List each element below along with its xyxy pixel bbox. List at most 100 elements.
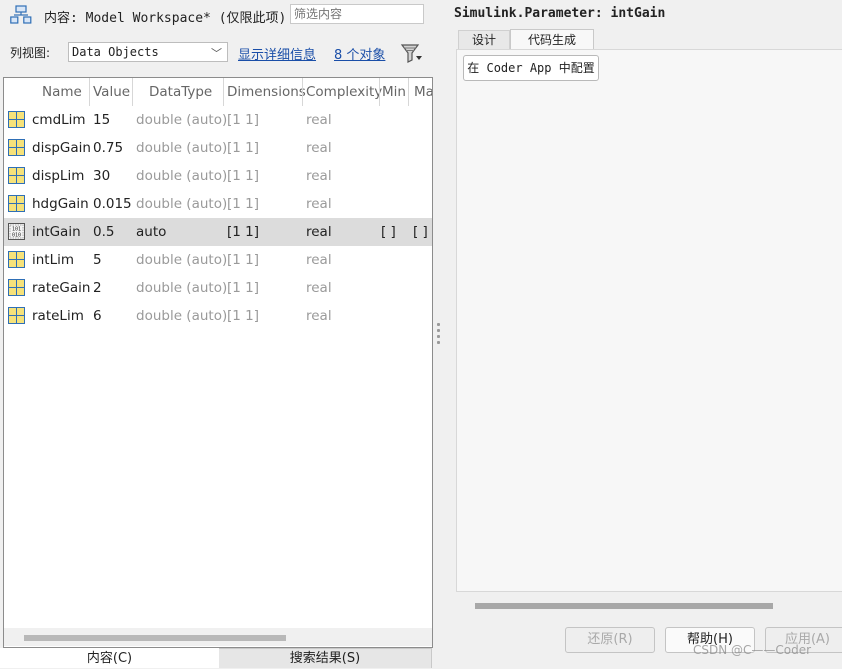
column-view-label: 列视图: bbox=[10, 46, 51, 60]
cell-complexity: real bbox=[306, 112, 332, 128]
horizontal-scrollbar-thumb[interactable] bbox=[475, 603, 773, 609]
pane-splitter[interactable] bbox=[437, 0, 453, 667]
cell-value: 15 bbox=[93, 112, 111, 128]
cell-dimensions: [1 1] bbox=[227, 252, 260, 268]
filter-funnel-icon[interactable] bbox=[400, 41, 424, 65]
cell-value: 0.75 bbox=[93, 140, 124, 156]
table-row[interactable]: rateLim 6 double (auto) [1 1] real bbox=[4, 302, 432, 330]
table-row[interactable]: intLim 5 double (auto) [1 1] real bbox=[4, 246, 432, 274]
cell-name: rateGain bbox=[32, 280, 91, 296]
cell-value: 0.5 bbox=[93, 224, 115, 240]
cell-min: [ ] bbox=[381, 224, 396, 240]
watermark-text: CSDN @C——Coder bbox=[693, 643, 812, 657]
cell-complexity: real bbox=[306, 224, 332, 240]
model-explorer-contents-pane: 内容: Model Workspace* (仅限此项) 列视图: Data Ob… bbox=[0, 0, 437, 668]
cell-datatype: double (auto) bbox=[136, 252, 228, 268]
column-divider[interactable] bbox=[379, 78, 380, 106]
table-header: Name Value DataType Dimensions Complexit… bbox=[4, 78, 432, 106]
contents-header: 内容: Model Workspace* (仅限此项) bbox=[0, 0, 437, 32]
column-view-selected-value: Data Objects bbox=[72, 45, 159, 59]
cell-value: 30 bbox=[93, 168, 111, 184]
cell-dimensions: [1 1] bbox=[227, 140, 260, 156]
cell-name: hdgGain bbox=[32, 196, 89, 212]
svg-text:010: 010 bbox=[12, 233, 21, 239]
filter-contents-input[interactable] bbox=[290, 4, 424, 24]
cell-name: cmdLim bbox=[32, 112, 86, 128]
column-header-max[interactable]: Ma bbox=[414, 78, 432, 106]
cell-complexity: real bbox=[306, 168, 332, 184]
chevron-down-icon: ﹀ bbox=[211, 47, 222, 60]
configure-in-coder-app-button[interactable]: 在 Coder App 中配置 bbox=[463, 55, 599, 81]
cell-datatype: double (auto) bbox=[136, 280, 228, 296]
table-row[interactable]: rateGain 2 double (auto) [1 1] real bbox=[4, 274, 432, 302]
table-body: cmdLim 15 double (auto) [1 1] real dispGain 0.… bbox=[4, 106, 432, 626]
column-view-select[interactable]: Data Objects ﹀ bbox=[68, 42, 228, 62]
cell-dimensions: [1 1] bbox=[227, 308, 260, 324]
cell-complexity: real bbox=[306, 308, 332, 324]
table-row[interactable]: dispLim 30 double (auto) [1 1] real bbox=[4, 162, 432, 190]
cell-value: 6 bbox=[93, 308, 102, 324]
column-header-dimensions[interactable]: Dimensions bbox=[227, 78, 306, 106]
cell-datatype: double (auto) bbox=[136, 140, 228, 156]
tab-design[interactable]: 设计 bbox=[458, 30, 510, 49]
column-divider[interactable] bbox=[302, 78, 303, 106]
cell-complexity: real bbox=[306, 252, 332, 268]
parameter-dialog-pane: Simulink.Parameter: intGain 设计 代码生成 在 Co… bbox=[453, 0, 842, 667]
column-header-min[interactable]: Min bbox=[382, 78, 406, 106]
splitter-grip-dot bbox=[437, 329, 440, 332]
cell-name: intLim bbox=[32, 252, 75, 268]
cell-value: 0.015 bbox=[93, 196, 132, 212]
cell-dimensions: [1 1] bbox=[227, 280, 260, 296]
column-header-complexity[interactable]: Complexity bbox=[306, 78, 382, 106]
cell-dimensions: [1 1] bbox=[227, 196, 260, 212]
cell-value: 2 bbox=[93, 280, 102, 296]
tab-contents[interactable]: 内容(C) bbox=[0, 648, 220, 668]
binary-param-icon: 101010 bbox=[8, 223, 25, 240]
grid-icon bbox=[8, 279, 25, 296]
table-row[interactable]: 101 010 intGain 0.5 auto [1 1] real [ ] [ ] bbox=[4, 218, 432, 246]
grid-icon bbox=[8, 139, 25, 156]
code-generation-panel bbox=[456, 49, 842, 592]
cell-max: [ ] bbox=[413, 224, 428, 240]
cell-datatype: auto bbox=[136, 224, 167, 240]
grid-icon bbox=[8, 111, 25, 128]
grid-icon bbox=[8, 195, 25, 212]
table-row[interactable]: hdgGain 0.015 double (auto) [1 1] real bbox=[4, 190, 432, 218]
column-header-name[interactable]: Name bbox=[42, 78, 82, 106]
grid-icon bbox=[8, 251, 25, 268]
cell-complexity: real bbox=[306, 196, 332, 212]
cell-name: rateLim bbox=[32, 308, 84, 324]
data-objects-table: Name Value DataType Dimensions Complexit… bbox=[3, 77, 433, 648]
object-count-link[interactable]: 8 个对象 bbox=[334, 44, 385, 63]
cell-datatype: double (auto) bbox=[136, 168, 228, 184]
splitter-grip-dot bbox=[437, 341, 440, 344]
column-header-datatype[interactable]: DataType bbox=[149, 78, 212, 106]
cell-name: dispGain bbox=[32, 140, 91, 156]
cell-datatype: double (auto) bbox=[136, 112, 228, 128]
column-divider[interactable] bbox=[89, 78, 90, 106]
tab-code-generation[interactable]: 代码生成 bbox=[510, 29, 594, 50]
cell-dimensions: [1 1] bbox=[227, 112, 260, 128]
table-row[interactable]: cmdLim 15 double (auto) [1 1] real bbox=[4, 106, 432, 134]
splitter-grip-dot bbox=[437, 323, 440, 326]
cell-complexity: real bbox=[306, 140, 332, 156]
horizontal-scrollbar-thumb[interactable] bbox=[24, 635, 286, 641]
column-divider[interactable] bbox=[132, 78, 133, 106]
cell-dimensions: [1 1] bbox=[227, 168, 260, 184]
cell-datatype: double (auto) bbox=[136, 196, 228, 212]
cell-value: 5 bbox=[93, 252, 102, 268]
parameter-title: Simulink.Parameter: intGain bbox=[454, 6, 666, 21]
column-header-value[interactable]: Value bbox=[93, 78, 130, 106]
column-view-row: 列视图: Data Objects ﹀ 显示详细信息 8 个对象 bbox=[0, 40, 437, 66]
bottom-tab-bar: 内容(C) 搜索结果(S) bbox=[0, 648, 437, 668]
column-divider[interactable] bbox=[408, 78, 409, 106]
show-details-link[interactable]: 显示详细信息 bbox=[238, 44, 316, 63]
cell-datatype: double (auto) bbox=[136, 308, 228, 324]
cell-complexity: real bbox=[306, 280, 332, 296]
revert-button[interactable]: 还原(R) bbox=[565, 627, 655, 653]
table-row[interactable]: dispGain 0.75 double (auto) [1 1] real bbox=[4, 134, 432, 162]
grid-icon bbox=[8, 307, 25, 324]
tab-search-results[interactable]: 搜索结果(S) bbox=[219, 648, 432, 668]
cell-dimensions: [1 1] bbox=[227, 224, 260, 240]
column-divider[interactable] bbox=[223, 78, 224, 106]
